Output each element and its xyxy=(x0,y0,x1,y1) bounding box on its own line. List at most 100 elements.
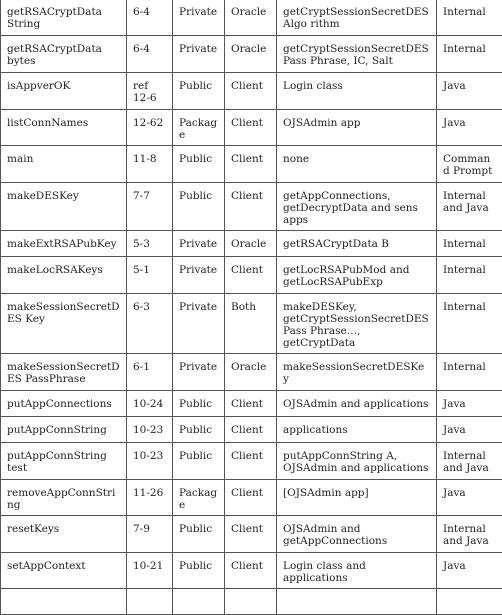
cell-location: Client xyxy=(225,480,277,516)
cell-called-by: applications xyxy=(277,417,437,443)
cell-access: Private xyxy=(173,36,225,73)
cell-access: Private xyxy=(173,0,225,36)
cell-called-by: getCryptSessionSecretDESAlgo rithm xyxy=(277,0,437,36)
cell-method: getRSACryptData String xyxy=(1,0,127,36)
cell-called-by xyxy=(277,589,437,615)
table-row: makeSessionSecretDES Key6-3PrivateBothma… xyxy=(1,294,502,354)
cell-access: Private xyxy=(173,231,225,257)
cell-used-by: Internal and Java xyxy=(437,183,502,231)
cell-location: Client xyxy=(225,443,277,480)
cell-access: Package xyxy=(173,110,225,146)
cell-access: Public xyxy=(173,417,225,443)
cell-location: Both xyxy=(225,294,277,354)
cell-access: Public xyxy=(173,443,225,480)
cell-called-by: getCryptSessionSecretDESPass Phrase, IC,… xyxy=(277,36,437,73)
table-row: listConnNames12-62PackageClientOJSAdmin … xyxy=(1,110,502,146)
table-row: makeExtRSAPubKey5-3PrivateOraclegetRSACr… xyxy=(1,231,502,257)
cell-used-by: Internal and Java xyxy=(437,516,502,553)
table-row xyxy=(1,589,502,615)
cell-location: Client xyxy=(225,417,277,443)
cell-method: makeSessionSecretDES PassPhrase xyxy=(1,354,127,391)
cell-ref: 10-23 xyxy=(127,443,173,480)
cell-location: Client xyxy=(225,516,277,553)
cell-access: Private xyxy=(173,294,225,354)
cell-method: makeExtRSAPubKey xyxy=(1,231,127,257)
cell-ref: 10-23 xyxy=(127,417,173,443)
cell-ref: 6-3 xyxy=(127,294,173,354)
cell-ref xyxy=(127,589,173,615)
table-row: isAppverOKref 12-6PublicClientLogin clas… xyxy=(1,73,502,110)
cell-ref: 7-9 xyxy=(127,516,173,553)
table-row: makeDESKey7-7PublicClientgetAppConnectio… xyxy=(1,183,502,231)
cell-used-by xyxy=(437,589,502,615)
cell-ref: 10-24 xyxy=(127,391,173,417)
cell-method: putAppConnections xyxy=(1,391,127,417)
cell-ref: 7-7 xyxy=(127,183,173,231)
table-row: resetKeys7-9PublicClientOJSAdmin and get… xyxy=(1,516,502,553)
cell-method: getRSACryptData bytes xyxy=(1,36,127,73)
cell-location: Client xyxy=(225,183,277,231)
cell-location xyxy=(225,589,277,615)
cell-location: Client xyxy=(225,257,277,294)
cell-called-by: getRSACryptData B xyxy=(277,231,437,257)
table-row: putAppConnString test10-23PublicClientpu… xyxy=(1,443,502,480)
cell-location: Client xyxy=(225,391,277,417)
table-row: makeSessionSecretDES PassPhrase6-1Privat… xyxy=(1,354,502,391)
cell-called-by: getAppConnections, getDecryptData and se… xyxy=(277,183,437,231)
cell-method: makeDESKey xyxy=(1,183,127,231)
cell-location: Oracle xyxy=(225,231,277,257)
cell-access: Public xyxy=(173,516,225,553)
cell-access: Public xyxy=(173,73,225,110)
cell-used-by: Internal xyxy=(437,231,502,257)
cell-called-by: makeDESKey, getCryptSessionSecretDESPass… xyxy=(277,294,437,354)
cell-used-by: Java xyxy=(437,391,502,417)
cell-used-by: Command Prompt xyxy=(437,146,502,183)
cell-access: Private xyxy=(173,257,225,294)
cell-used-by: Java xyxy=(437,73,502,110)
cell-location: Client xyxy=(225,553,277,589)
cell-access: Private xyxy=(173,354,225,391)
table-body: getRSACryptData String6-4PrivateOraclege… xyxy=(1,0,502,615)
cell-called-by: OJSAdmin app xyxy=(277,110,437,146)
cell-method: listConnNames xyxy=(1,110,127,146)
cell-location: Oracle xyxy=(225,354,277,391)
cell-method: removeAppConnString xyxy=(1,480,127,516)
cell-ref: 5-3 xyxy=(127,231,173,257)
cell-ref: 6-4 xyxy=(127,0,173,36)
cell-called-by: Login class and applications xyxy=(277,553,437,589)
cell-method: makeSessionSecretDES Key xyxy=(1,294,127,354)
cell-method: resetKeys xyxy=(1,516,127,553)
cell-called-by: OJSAdmin and getAppConnections xyxy=(277,516,437,553)
table-row: makeLocRSAKeys5-1PrivateClientgetLocRSAP… xyxy=(1,257,502,294)
table-row: removeAppConnString11-26PackageClient[OJ… xyxy=(1,480,502,516)
cell-used-by: Java xyxy=(437,553,502,589)
cell-access: Public xyxy=(173,391,225,417)
cell-ref: 6-1 xyxy=(127,354,173,391)
cell-called-by: makeSessionSecretDESKey xyxy=(277,354,437,391)
table-row: putAppConnections10-24PublicClientOJSAdm… xyxy=(1,391,502,417)
cell-used-by: Internal xyxy=(437,0,502,36)
cell-ref: 5-1 xyxy=(127,257,173,294)
cell-called-by: none xyxy=(277,146,437,183)
cell-method: main xyxy=(1,146,127,183)
cell-ref: 11-8 xyxy=(127,146,173,183)
cell-ref: 10-21 xyxy=(127,553,173,589)
cell-method: makeLocRSAKeys xyxy=(1,257,127,294)
table-row: getRSACryptData String6-4PrivateOraclege… xyxy=(1,0,502,36)
cell-method: setAppContext xyxy=(1,553,127,589)
cell-location: Client xyxy=(225,110,277,146)
cell-location: Oracle xyxy=(225,0,277,36)
cell-method xyxy=(1,589,127,615)
cell-access: Package xyxy=(173,480,225,516)
table-row: putAppConnString10-23PublicClientapplica… xyxy=(1,417,502,443)
cell-used-by: Internal xyxy=(437,36,502,73)
cell-ref: 6-4 xyxy=(127,36,173,73)
table-row: main11-8PublicClientnoneCommand Prompt xyxy=(1,146,502,183)
cell-used-by: Internal xyxy=(437,294,502,354)
cell-location: Oracle xyxy=(225,36,277,73)
cell-called-by: getLocRSAPubMod and getLocRSAPubExp xyxy=(277,257,437,294)
cell-called-by: Login class xyxy=(277,73,437,110)
cell-ref: 11-26 xyxy=(127,480,173,516)
cell-ref: 12-62 xyxy=(127,110,173,146)
cell-method: isAppverOK xyxy=(1,73,127,110)
